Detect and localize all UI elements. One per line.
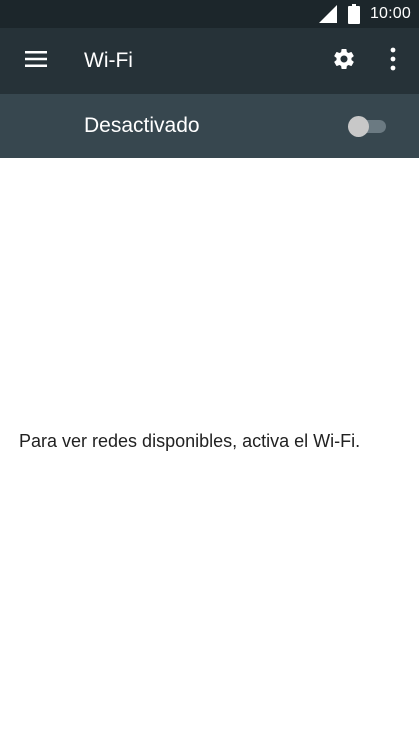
signal-icon <box>318 4 338 24</box>
wifi-toggle-label: Desactivado <box>84 114 200 137</box>
settings-button[interactable] <box>320 37 368 85</box>
page-title: Wi-Fi <box>84 49 133 72</box>
more-vert-icon <box>390 47 396 76</box>
wifi-settings-screen: 10:00 Wi-Fi Desactivado Para ver redes d… <box>0 0 419 746</box>
status-icons: 10:00 <box>318 0 411 28</box>
gear-icon <box>332 47 356 76</box>
wifi-toggle-bar[interactable]: Desactivado <box>0 94 419 158</box>
empty-state-message: Para ver redes disponibles, activa el Wi… <box>19 431 361 451</box>
wifi-switch[interactable] <box>346 114 390 138</box>
app-bar: Wi-Fi <box>0 28 419 94</box>
menu-icon <box>25 50 47 72</box>
status-bar: 10:00 <box>0 0 419 28</box>
status-time: 10:00 <box>369 5 411 22</box>
battery-icon <box>347 4 360 24</box>
menu-button[interactable] <box>12 37 60 85</box>
switch-thumb <box>348 116 369 137</box>
overflow-menu-button[interactable] <box>370 37 416 85</box>
